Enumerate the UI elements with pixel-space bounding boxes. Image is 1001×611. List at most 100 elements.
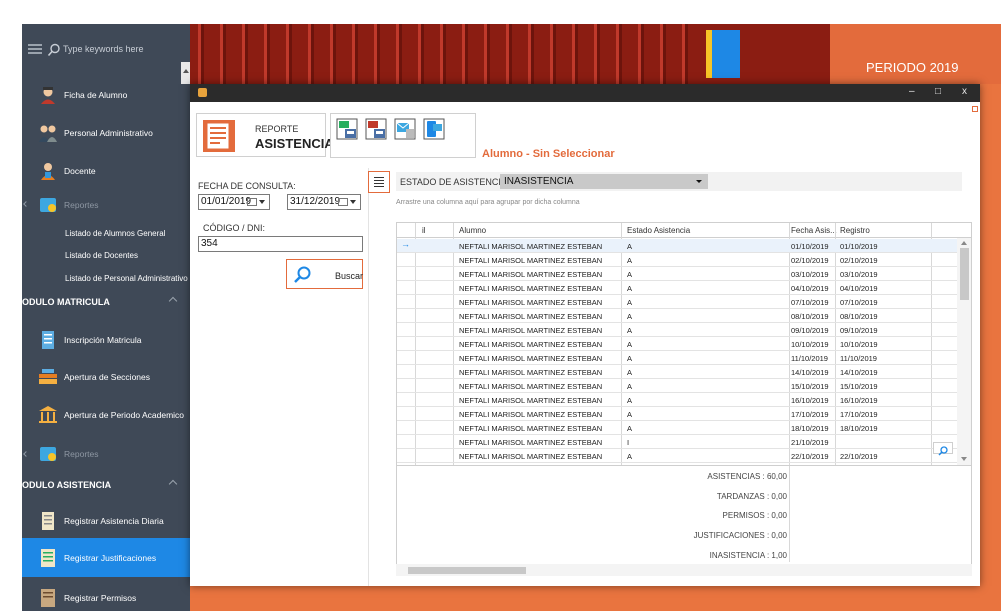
fecha-hasta-value: 31/12/2019	[290, 196, 341, 207]
table-row[interactable]: NEFTALI MARISOL MARTINEZ ESTEBAN A 02/10/2…	[397, 253, 957, 267]
report-window: – □ x REPORTE ASISTENCIA Alumno - Sin Se…	[190, 84, 980, 586]
export-pdf-icon[interactable]	[365, 118, 387, 140]
cell-fecha: 04/10/2019	[791, 284, 829, 293]
sidebar-item-reportes[interactable]: Reportes	[22, 186, 190, 224]
chevron-up-icon	[168, 479, 178, 489]
row-search-icon[interactable]	[933, 442, 953, 456]
cell-estado: A	[627, 368, 633, 377]
cell-fecha: 18/10/2019	[791, 424, 829, 433]
sidebar-item-apertura-secciones[interactable]: Apertura de Secciones	[22, 358, 190, 396]
list-view-button[interactable]	[368, 171, 390, 193]
table-row[interactable]: NEFTALI MARISOL MARTINEZ ESTEBAN A 01/10/2…	[397, 239, 957, 253]
sidebar-subitem-listado-alumnos[interactable]: Listado de Alumnos General	[65, 229, 166, 238]
cell-alumno: NEFTALI MARISOL MARTINEZ ESTEBAN	[459, 410, 603, 419]
export-excel-icon[interactable]	[336, 118, 358, 140]
chevron-down-icon[interactable]	[350, 200, 356, 204]
table-row[interactable]: NEFTALI MARISOL MARTINEZ ESTEBAN A 03/10/2…	[397, 267, 957, 281]
estado-asistencia-filter: ESTADO DE ASISTENCIA: INASISTENCIA	[396, 172, 962, 191]
grid-horizontal-scrollbar[interactable]	[396, 564, 972, 577]
cell-registro: 15/10/2019	[840, 382, 878, 391]
send-mobile-icon[interactable]	[423, 118, 445, 140]
sidebar-item-registrar-asistencia[interactable]: Registrar Asistencia Diaria	[22, 502, 190, 540]
curtain-decoration	[572, 24, 578, 84]
sidebar-item-registrar-justificaciones[interactable]: Registrar Justificaciones	[22, 538, 190, 577]
column-header-estado[interactable]: Estado Asistencia	[627, 226, 690, 235]
chevron-down-icon[interactable]	[259, 200, 265, 204]
table-row[interactable]: NEFTALI MARISOL MARTINEZ ESTEBAN A 18/10/2…	[397, 421, 957, 435]
cell-registro: 08/10/2019	[840, 312, 878, 321]
report-header: REPORTE ASISTENCIA	[196, 113, 334, 157]
cell-estado: A	[627, 326, 633, 335]
scroll-up-arrow-icon[interactable]	[961, 241, 967, 245]
sidebar-section-asistencia[interactable]: ODULO ASISTENCIA	[22, 471, 190, 499]
scrollbar-track[interactable]	[396, 564, 972, 576]
search-icon[interactable]	[47, 43, 61, 57]
sidebar-item-apertura-periodo[interactable]: Apertura de Periodo Academico	[22, 396, 190, 434]
sidebar-section-matricula[interactable]: ODULO MATRICULA	[22, 288, 190, 316]
codigo-dni-input[interactable]: 354	[198, 236, 363, 252]
curtain-decoration	[374, 24, 380, 84]
fecha-hasta-picker[interactable]: 31/12/2019	[287, 194, 361, 210]
sidebar-item-personal-administrativo[interactable]: Personal Administrativo	[22, 114, 190, 152]
resize-handle[interactable]	[972, 106, 978, 112]
curtain-decoration	[550, 24, 556, 84]
table-row[interactable]: NEFTALI MARISOL MARTINEZ ESTEBAN A 22/10/2…	[397, 449, 957, 463]
sidebar-subitem-listado-personal[interactable]: Listado de Personal Administrativo	[65, 274, 188, 283]
fecha-desde-value: 01/01/2019	[201, 196, 252, 207]
sidebar-item-reportes-matricula[interactable]: Reportes	[22, 435, 190, 473]
cell-alumno: NEFTALI MARISOL MARTINEZ ESTEBAN	[459, 340, 603, 349]
table-row[interactable]: NEFTALI MARISOL MARTINEZ ESTEBAN A 17/10/2…	[397, 407, 957, 421]
sidebar-item-registrar-permisos[interactable]: Registrar Permisos	[22, 579, 190, 611]
table-row[interactable]: NEFTALI MARISOL MARTINEZ ESTEBAN A 15/10/2…	[397, 379, 957, 393]
table-row[interactable]: NEFTALI MARISOL MARTINEZ ESTEBAN A 08/10/2…	[397, 309, 957, 323]
grid-vertical-scrollbar[interactable]	[957, 238, 971, 465]
table-row[interactable]: NEFTALI MARISOL MARTINEZ ESTEBAN A 11/10/2…	[397, 351, 957, 365]
classroom-icon	[39, 369, 57, 384]
book-illustration-icon	[706, 30, 740, 78]
close-button[interactable]: x	[962, 86, 967, 97]
fecha-desde-picker[interactable]: 01/01/2019	[198, 194, 270, 210]
scrollbar-thumb[interactable]	[408, 567, 526, 574]
cell-fecha: 16/10/2019	[791, 396, 829, 405]
cell-estado: A	[627, 284, 633, 293]
buscar-button[interactable]: Buscar	[286, 259, 363, 289]
table-row[interactable]: NEFTALI MARISOL MARTINEZ ESTEBAN I 21/10/2…	[397, 435, 957, 449]
sidebar-item-inscripcion-matricula[interactable]: Inscripción Matricula	[22, 321, 190, 359]
table-row[interactable]: NEFTALI MARISOL MARTINEZ ESTEBAN A 10/10/2…	[397, 337, 957, 351]
cell-estado: A	[627, 452, 633, 461]
column-header-fecha[interactable]: Fecha Asis...	[791, 226, 837, 235]
cell-estado: A	[627, 354, 633, 363]
cell-alumno: NEFTALI MARISOL MARTINEZ ESTEBAN	[459, 312, 603, 321]
attendance-grid: il Alumno Estado Asistencia Fecha Asis..…	[396, 222, 972, 576]
table-row[interactable]: NEFTALI MARISOL MARTINEZ ESTEBAN A 14/10/2…	[397, 365, 957, 379]
table-row[interactable]: NEFTALI MARISOL MARTINEZ ESTEBAN A 16/10/2…	[397, 393, 957, 407]
banner-orange-panel	[830, 24, 1001, 84]
curtain-decoration	[198, 24, 204, 84]
table-row[interactable]: NEFTALI MARISOL MARTINEZ ESTEBAN A 07/10/2…	[397, 295, 957, 309]
minimize-button[interactable]: –	[909, 86, 915, 97]
hamburger-menu-icon[interactable]	[28, 44, 42, 54]
teacher-icon	[41, 163, 55, 180]
calendar-icon[interactable]	[338, 198, 348, 206]
sidebar-search-input[interactable]: Type keywords here	[63, 44, 144, 54]
sidebar: Type keywords here Ficha de Alumno Perso…	[22, 24, 190, 611]
sidebar-item-docente[interactable]: Docente	[22, 152, 190, 190]
estado-asistencia-select[interactable]: INASISTENCIA	[500, 174, 708, 189]
grid-header: il Alumno Estado Asistencia Fecha Asis..…	[397, 223, 971, 238]
table-row[interactable]: NEFTALI MARISOL MARTINEZ ESTEBAN A 04/10/2…	[397, 281, 957, 295]
column-header-registro[interactable]: Registro	[840, 226, 870, 235]
window-titlebar[interactable]: – □ x	[190, 84, 980, 102]
scroll-down-arrow-icon[interactable]	[961, 457, 967, 461]
calendar-icon[interactable]	[247, 198, 257, 206]
sidebar-subitem-listado-docentes[interactable]: Listado de Docentes	[65, 251, 138, 260]
maximize-button[interactable]: □	[935, 86, 941, 97]
table-row[interactable]: NEFTALI MARISOL MARTINEZ ESTEBAN A 09/10/2…	[397, 323, 957, 337]
send-email-icon[interactable]	[394, 118, 416, 140]
column-header-id[interactable]: il	[422, 226, 426, 235]
scrollbar-thumb[interactable]	[960, 248, 969, 300]
sidebar-item-ficha-alumno[interactable]: Ficha de Alumno	[22, 76, 190, 114]
cell-estado: A	[627, 340, 633, 349]
summary-asistencias: ASISTENCIAS : 60,00	[707, 472, 787, 481]
group-by-hint[interactable]: Arrastre una columna aquí para agrupar p…	[396, 199, 580, 206]
column-header-alumno[interactable]: Alumno	[459, 226, 486, 235]
